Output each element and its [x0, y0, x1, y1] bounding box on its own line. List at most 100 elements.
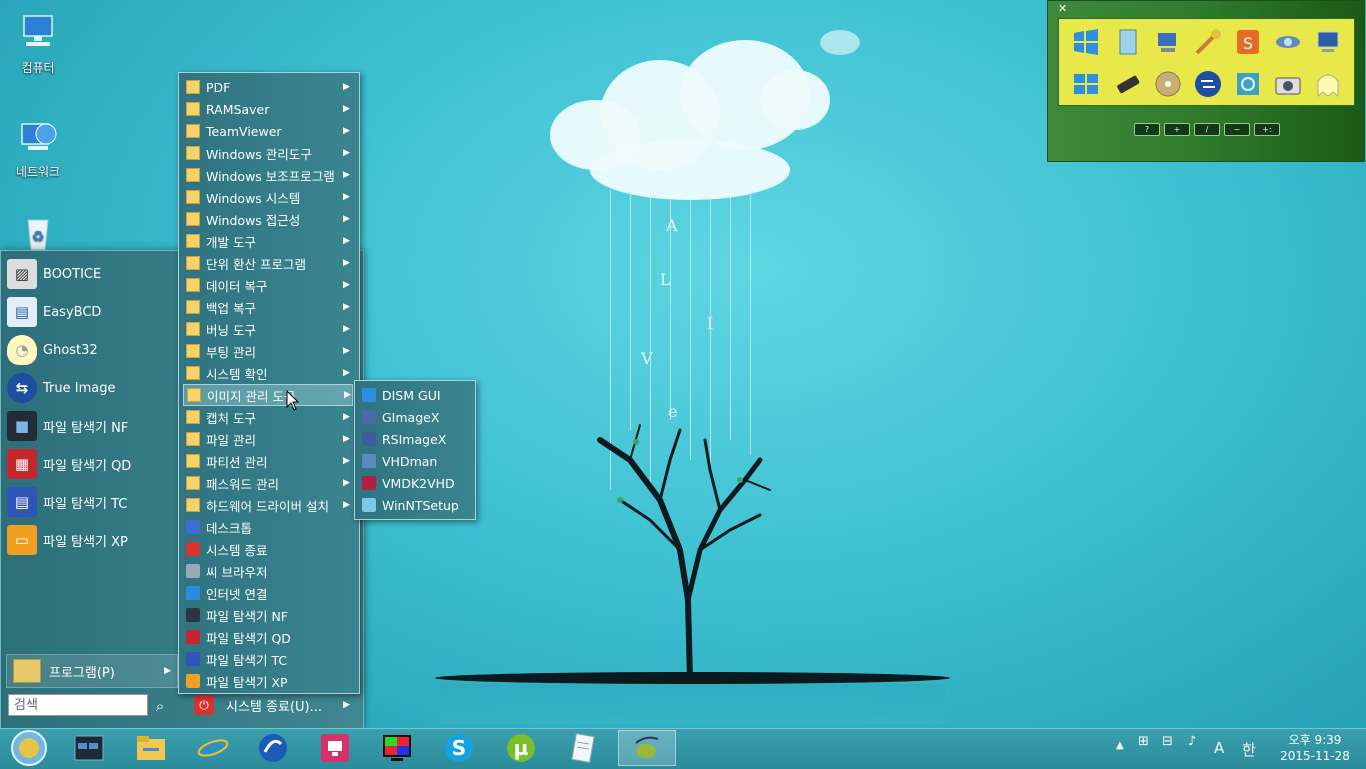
tray-volume-icon[interactable]: ♪ [1188, 734, 1196, 749]
programs-folder-item[interactable]: TeamViewer ▶ [183, 120, 353, 142]
usb-drive-icon[interactable] [1113, 69, 1143, 99]
sumatra-pdf-icon[interactable]: S [1233, 27, 1263, 57]
satellite-icon[interactable] [1273, 27, 1303, 57]
folder-icon [186, 476, 200, 490]
widget-button-add[interactable]: + [1164, 123, 1190, 136]
search-placeholder: 검색 [14, 698, 38, 713]
image-tool-item[interactable]: RSImageX [359, 428, 471, 450]
taskbar-app-utorrent[interactable]: µ [494, 730, 548, 766]
taskbar-clock[interactable]: 오후 9:39 2015-11-28 [1270, 732, 1360, 764]
taskbar-app-browser[interactable] [246, 730, 300, 766]
widget-button-help[interactable]: ? [1134, 123, 1160, 136]
programs-folder-item[interactable]: 부팅 관리 ▶ [183, 340, 353, 362]
cloud-wisp [820, 30, 860, 55]
windows-flag-icon[interactable] [1071, 69, 1101, 99]
tray-ime-hangul[interactable]: 한 [1242, 739, 1256, 760]
chevron-right-icon: ▶ [343, 104, 350, 114]
programs-shortcut-label: 데스크톱 [206, 520, 253, 536]
pinned-item-explorer-qd[interactable]: ▦ 파일 탐색기 QD [7, 447, 167, 481]
programs-shortcut-item[interactable]: 인터넷 연결 [183, 582, 353, 604]
taskbar-app-explorer[interactable] [124, 730, 178, 766]
book-icon[interactable] [1113, 27, 1143, 57]
dvd-icon[interactable] [1153, 69, 1183, 99]
image-tool-item[interactable]: GImageX [359, 406, 471, 428]
programs-folder-item[interactable]: 이미지 관리 도구 ▶ [183, 384, 353, 406]
tray-usb-icon[interactable]: ⊞ [1138, 734, 1149, 749]
programs-folder-item[interactable]: Windows 시스템 ▶ [183, 186, 353, 208]
programs-shortcut-item[interactable]: 파일 탐색기 XP [183, 670, 353, 692]
programs-folder-item[interactable]: 백업 복구 ▶ [183, 296, 353, 318]
pinned-item-explorer-nf[interactable]: ■ 파일 탐색기 NF [7, 409, 167, 443]
programs-folder-item[interactable]: Windows 관리도구 ▶ [183, 142, 353, 164]
pinned-item-bootice[interactable]: ▨ BOOTICE [7, 257, 167, 291]
programs-folder-item[interactable]: PDF ▶ [183, 76, 353, 98]
pinned-item-ghost32[interactable]: ◔ Ghost32 [7, 333, 167, 367]
programs-button[interactable]: 프로그램(P) ▶ [6, 654, 178, 688]
pinned-item-explorer-xp[interactable]: ▭ 파일 탐색기 XP [7, 523, 167, 557]
image-tool-item[interactable]: DISM GUI [359, 384, 471, 406]
pinned-item-easybcd[interactable]: ▤ EasyBCD [7, 295, 167, 329]
programs-folder-item[interactable]: 파티션 관리 ▶ [183, 450, 353, 472]
folder-icon [186, 410, 200, 424]
programs-folder-item[interactable]: 개발 도구 ▶ [183, 230, 353, 252]
programs-folder-item[interactable]: Windows 보조프로그램 ▶ [183, 164, 353, 186]
desktop-icon-computer[interactable]: 컴퓨터 [2, 12, 74, 76]
widget-button-edit[interactable]: / [1194, 123, 1220, 136]
programs-folder-item[interactable]: RAMSaver ▶ [183, 98, 353, 120]
programs-folder-item[interactable]: 버닝 도구 ▶ [183, 318, 353, 340]
folder-icon [186, 432, 200, 446]
true-image-icon[interactable] [1193, 69, 1223, 99]
taskbar-app-olive[interactable] [618, 730, 676, 766]
camera-icon[interactable] [1273, 69, 1303, 99]
programs-folder-item[interactable]: 패스워드 관리 ▶ [183, 472, 353, 494]
pinned-item-true-image[interactable]: ⇆ True Image [7, 371, 167, 405]
programs-folder-item[interactable]: 시스템 확인 ▶ [183, 362, 353, 384]
widget-button-wave[interactable]: ~ [1224, 123, 1250, 136]
taskbar-app-skype[interactable]: S [432, 730, 486, 766]
windows-logo-icon[interactable] [1071, 27, 1101, 57]
taskbar-app-remote[interactable] [308, 730, 362, 766]
tray-network-icon[interactable]: ⊟ [1162, 734, 1173, 749]
search-input[interactable]: 검색 [8, 694, 148, 716]
programs-shortcut-item[interactable]: 씨 브라우저 [183, 560, 353, 582]
search-icon[interactable]: ⌕ [150, 697, 170, 717]
programs-folder-item[interactable]: 하드웨어 드라이버 설치 ▶ [183, 494, 353, 516]
programs-shortcut-item[interactable]: 파일 탐색기 NF [183, 604, 353, 626]
desktop-icon-network[interactable]: 네트워크 [2, 116, 74, 180]
programs-folder-item[interactable]: 데이터 복구 ▶ [183, 274, 353, 296]
network-globe-icon [21, 123, 57, 150]
programs-folder-item[interactable]: 단위 환산 프로그램 ▶ [183, 252, 353, 274]
tray-overflow-icon[interactable]: ▲ [1116, 740, 1124, 751]
taskbar-app-notepad[interactable] [556, 730, 610, 766]
programs-folder-icon [13, 659, 41, 683]
programs-folder-item[interactable]: 캡처 도구 ▶ [183, 406, 353, 428]
image-tool-item[interactable]: VHDman [359, 450, 471, 472]
folder-icon [186, 498, 200, 512]
image-tool-item[interactable]: VMDK2VHD [359, 472, 471, 494]
programs-folder-item[interactable]: Windows 접근성 ▶ [183, 208, 353, 230]
widget-button-more[interactable]: +: [1254, 123, 1280, 136]
taskbar-app-dark[interactable] [62, 730, 116, 766]
tray-ime-mode[interactable]: A [1214, 739, 1224, 757]
programs-folder-item[interactable]: 파일 관리 ▶ [183, 428, 353, 450]
start-orb-button[interactable] [2, 730, 56, 766]
programs-shortcut-item[interactable]: 데스크톱 [183, 516, 353, 538]
pinned-item-explorer-tc[interactable]: ▤ 파일 탐색기 TC [7, 485, 167, 519]
monitor-icon[interactable] [1313, 27, 1343, 57]
tools-icon[interactable] [1193, 27, 1223, 57]
programs-shortcut-item[interactable]: 파일 탐색기 TC [183, 648, 353, 670]
programs-folder-label: 데이터 복구 [206, 278, 268, 294]
programs-shortcut-item[interactable]: 파일 탐색기 QD [183, 626, 353, 648]
programs-shortcut-item[interactable]: 시스템 종료 [183, 538, 353, 560]
network-computer-icon[interactable] [1153, 27, 1183, 57]
taskbar-app-color-test[interactable] [370, 730, 424, 766]
refresh-box-icon[interactable] [1233, 69, 1263, 99]
shutdown-button[interactable]: ⏻ 시스템 종료(U)... ▶ [194, 692, 356, 718]
programs-shortcut-label: 인터넷 연결 [206, 586, 268, 602]
taskbar-app-ie[interactable]: e [186, 730, 240, 766]
widget-close-button[interactable]: ✕ [1058, 2, 1067, 15]
ghost-icon[interactable] [1313, 69, 1343, 99]
programs-folder-label: 버닝 도구 [206, 322, 256, 338]
image-tool-item[interactable]: WinNTSetup [359, 494, 471, 516]
true-image-icon: ⇆ [7, 373, 37, 403]
